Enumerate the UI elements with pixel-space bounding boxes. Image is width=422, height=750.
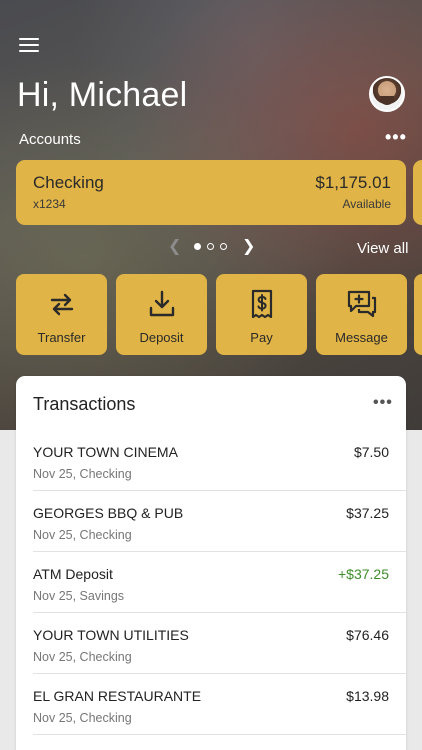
account-number: x1234 (33, 197, 66, 211)
view-all-link[interactable]: View all (357, 240, 408, 257)
message-label: Message (335, 330, 388, 345)
hamburger-menu-icon[interactable] (19, 38, 39, 54)
transaction-amount: $76.46 (346, 627, 389, 643)
transaction-row[interactable]: ATM Deposit Nov 25, Savings +$37.25 (33, 552, 406, 613)
transaction-amount: $7.50 (353, 444, 389, 460)
transaction-row[interactable]: EL GRAN RESTAURANTE Nov 25, Checking $13… (33, 674, 406, 735)
deposit-label: Deposit (139, 330, 184, 345)
transaction-subtitle: Nov 25, Checking (33, 467, 132, 481)
transaction-merchant: GEORGES BBQ & PUB (33, 505, 184, 521)
transaction-row[interactable]: YOUR TOWN UTILITIES Nov 25, Checking $76… (33, 613, 406, 674)
download-tray-icon (149, 290, 174, 317)
message-button[interactable]: Message (316, 274, 407, 355)
transaction-merchant: YOUR TOWN UTILITIES (33, 627, 189, 643)
deposit-button[interactable]: Deposit (116, 274, 207, 355)
dollar-bill-icon (251, 289, 272, 319)
account-balance: $1,175.01 (315, 173, 391, 192)
transaction-subtitle: Nov 25, Checking (33, 650, 132, 664)
greeting-title: Hi, Michael (17, 76, 188, 114)
transaction-row[interactable]: GEORGES BBQ & PUB Nov 25, Checking $37.2… (33, 491, 406, 552)
transaction-merchant: ATM Deposit (33, 566, 113, 582)
transaction-amount: $13.98 (346, 688, 389, 704)
pay-button[interactable]: Pay (216, 274, 307, 355)
transaction-amount: +$37.25 (338, 566, 389, 582)
transfer-arrows-icon (50, 293, 73, 316)
chat-plus-icon (347, 290, 376, 318)
transaction-subtitle: Nov 25, Savings (33, 589, 125, 603)
transaction-amount: $37.25 (346, 505, 389, 521)
pay-label: Pay (250, 330, 273, 345)
pager-dot[interactable] (207, 243, 214, 250)
transactions-card: Transactions ••• YOUR TOWN CINEMA Nov 25… (16, 376, 406, 750)
account-card-checking[interactable]: Checking x1234 $1,175.01 Available (16, 160, 406, 225)
transactions-title: Transactions (33, 394, 136, 414)
transaction-subtitle: Nov 25, Checking (33, 528, 132, 542)
transaction-subtitle: Nov 25, Checking (33, 711, 132, 725)
account-name: Checking (33, 173, 104, 192)
transaction-merchant: EL GRAN RESTAURANTE (33, 688, 202, 704)
pager-dot-active[interactable] (194, 243, 201, 250)
account-balance-status: Available (342, 197, 391, 211)
transactions-more-icon[interactable]: ••• (373, 394, 393, 412)
chevron-right-icon[interactable]: ❯ (242, 238, 255, 256)
transfer-button[interactable]: Transfer (16, 274, 107, 355)
next-account-card-peek[interactable] (413, 160, 422, 225)
user-avatar[interactable] (369, 76, 405, 112)
chevron-left-icon[interactable]: ❮ (168, 238, 181, 256)
pager-dot[interactable] (220, 243, 227, 250)
transaction-row[interactable]: YOUR TOWN CINEMA Nov 25, Checking $7.50 (33, 430, 406, 491)
transaction-merchant: YOUR TOWN CINEMA (33, 444, 178, 460)
accounts-more-icon[interactable]: ••• (385, 128, 407, 146)
account-carousel-pager: ❮ ❯ (168, 238, 258, 258)
transfer-label: Transfer (37, 330, 86, 345)
accounts-label: Accounts (19, 131, 81, 148)
next-action-peek[interactable] (414, 274, 422, 355)
